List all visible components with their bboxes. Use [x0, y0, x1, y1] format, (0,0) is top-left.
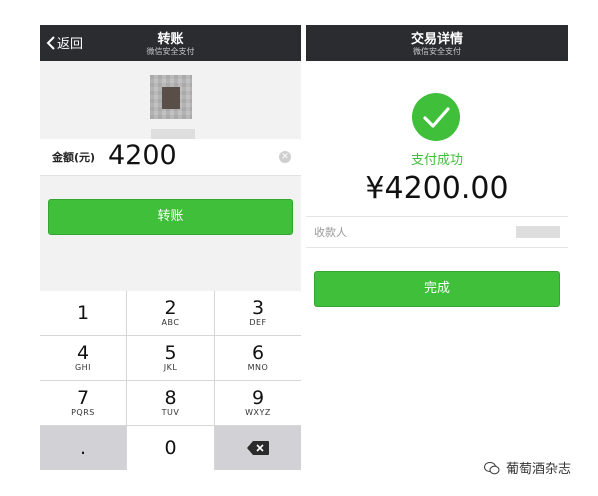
key-1[interactable]: 1	[40, 291, 126, 335]
payee-name-blurred	[516, 226, 560, 238]
numeric-keypad: 1 2 ABC 3 DEF 4 GHI 5 JKL 6 MNO 7 PQRS 8 TUV 9W…	[40, 291, 301, 470]
detail-navbar: 交易详情 微信安全支付	[306, 25, 568, 61]
transfer-screen: 返回 转账 微信安全支付 金额(元) 4200 ✕ 转账 1 2 ABC 3 DEF…	[40, 25, 301, 470]
payment-status: 支付成功	[410, 153, 463, 168]
success-check-icon	[412, 93, 460, 141]
backspace-icon	[247, 441, 269, 455]
transfer-button[interactable]: 转账	[48, 199, 293, 235]
key-3[interactable]: 3 DEF	[215, 291, 301, 335]
key-5[interactable]: 5 JKL	[127, 336, 214, 380]
transaction-detail-screen: 交易详情 微信安全支付 支付成功 ¥4200.00 收款人 完成	[306, 25, 568, 315]
payee-row: 收款人	[306, 216, 568, 248]
clear-icon[interactable]: ✕	[279, 151, 291, 163]
backspace-key[interactable]	[215, 426, 301, 470]
key-2[interactable]: 2 ABC	[127, 291, 214, 335]
payment-amount: ¥4200.00	[365, 171, 509, 206]
transfer-navbar: 返回 转账 微信安全支付	[40, 25, 301, 61]
key-dot[interactable]: .	[40, 426, 126, 470]
detail-title: 交易详情	[410, 32, 463, 47]
wechat-logo-icon	[484, 461, 500, 474]
key-7[interactable]: 7 PQRS	[40, 381, 126, 425]
watermark-text: 葡萄酒杂志	[506, 462, 572, 477]
avatar	[150, 75, 192, 119]
key-9[interactable]: 9 WXYZ	[215, 381, 301, 425]
detail-subtitle: 微信安全支付	[413, 47, 461, 56]
watermark: 葡萄酒杂志	[484, 458, 571, 477]
key-8[interactable]: 8 TUV	[127, 381, 214, 425]
page-title: 转账	[157, 32, 184, 47]
amount-input[interactable]: 4200	[108, 140, 177, 171]
key-4[interactable]: 4 GHI	[40, 336, 126, 380]
key-6[interactable]: 6 MNO	[215, 336, 301, 380]
done-button[interactable]: 完成	[314, 271, 560, 307]
amount-label: 金额(元)	[52, 151, 96, 164]
page-subtitle: 微信安全支付	[146, 47, 195, 56]
payee-label: 收款人	[314, 226, 347, 239]
key-0[interactable]: 0	[127, 426, 214, 470]
amount-row[interactable]: 金额(元) 4200 ✕	[40, 139, 301, 176]
